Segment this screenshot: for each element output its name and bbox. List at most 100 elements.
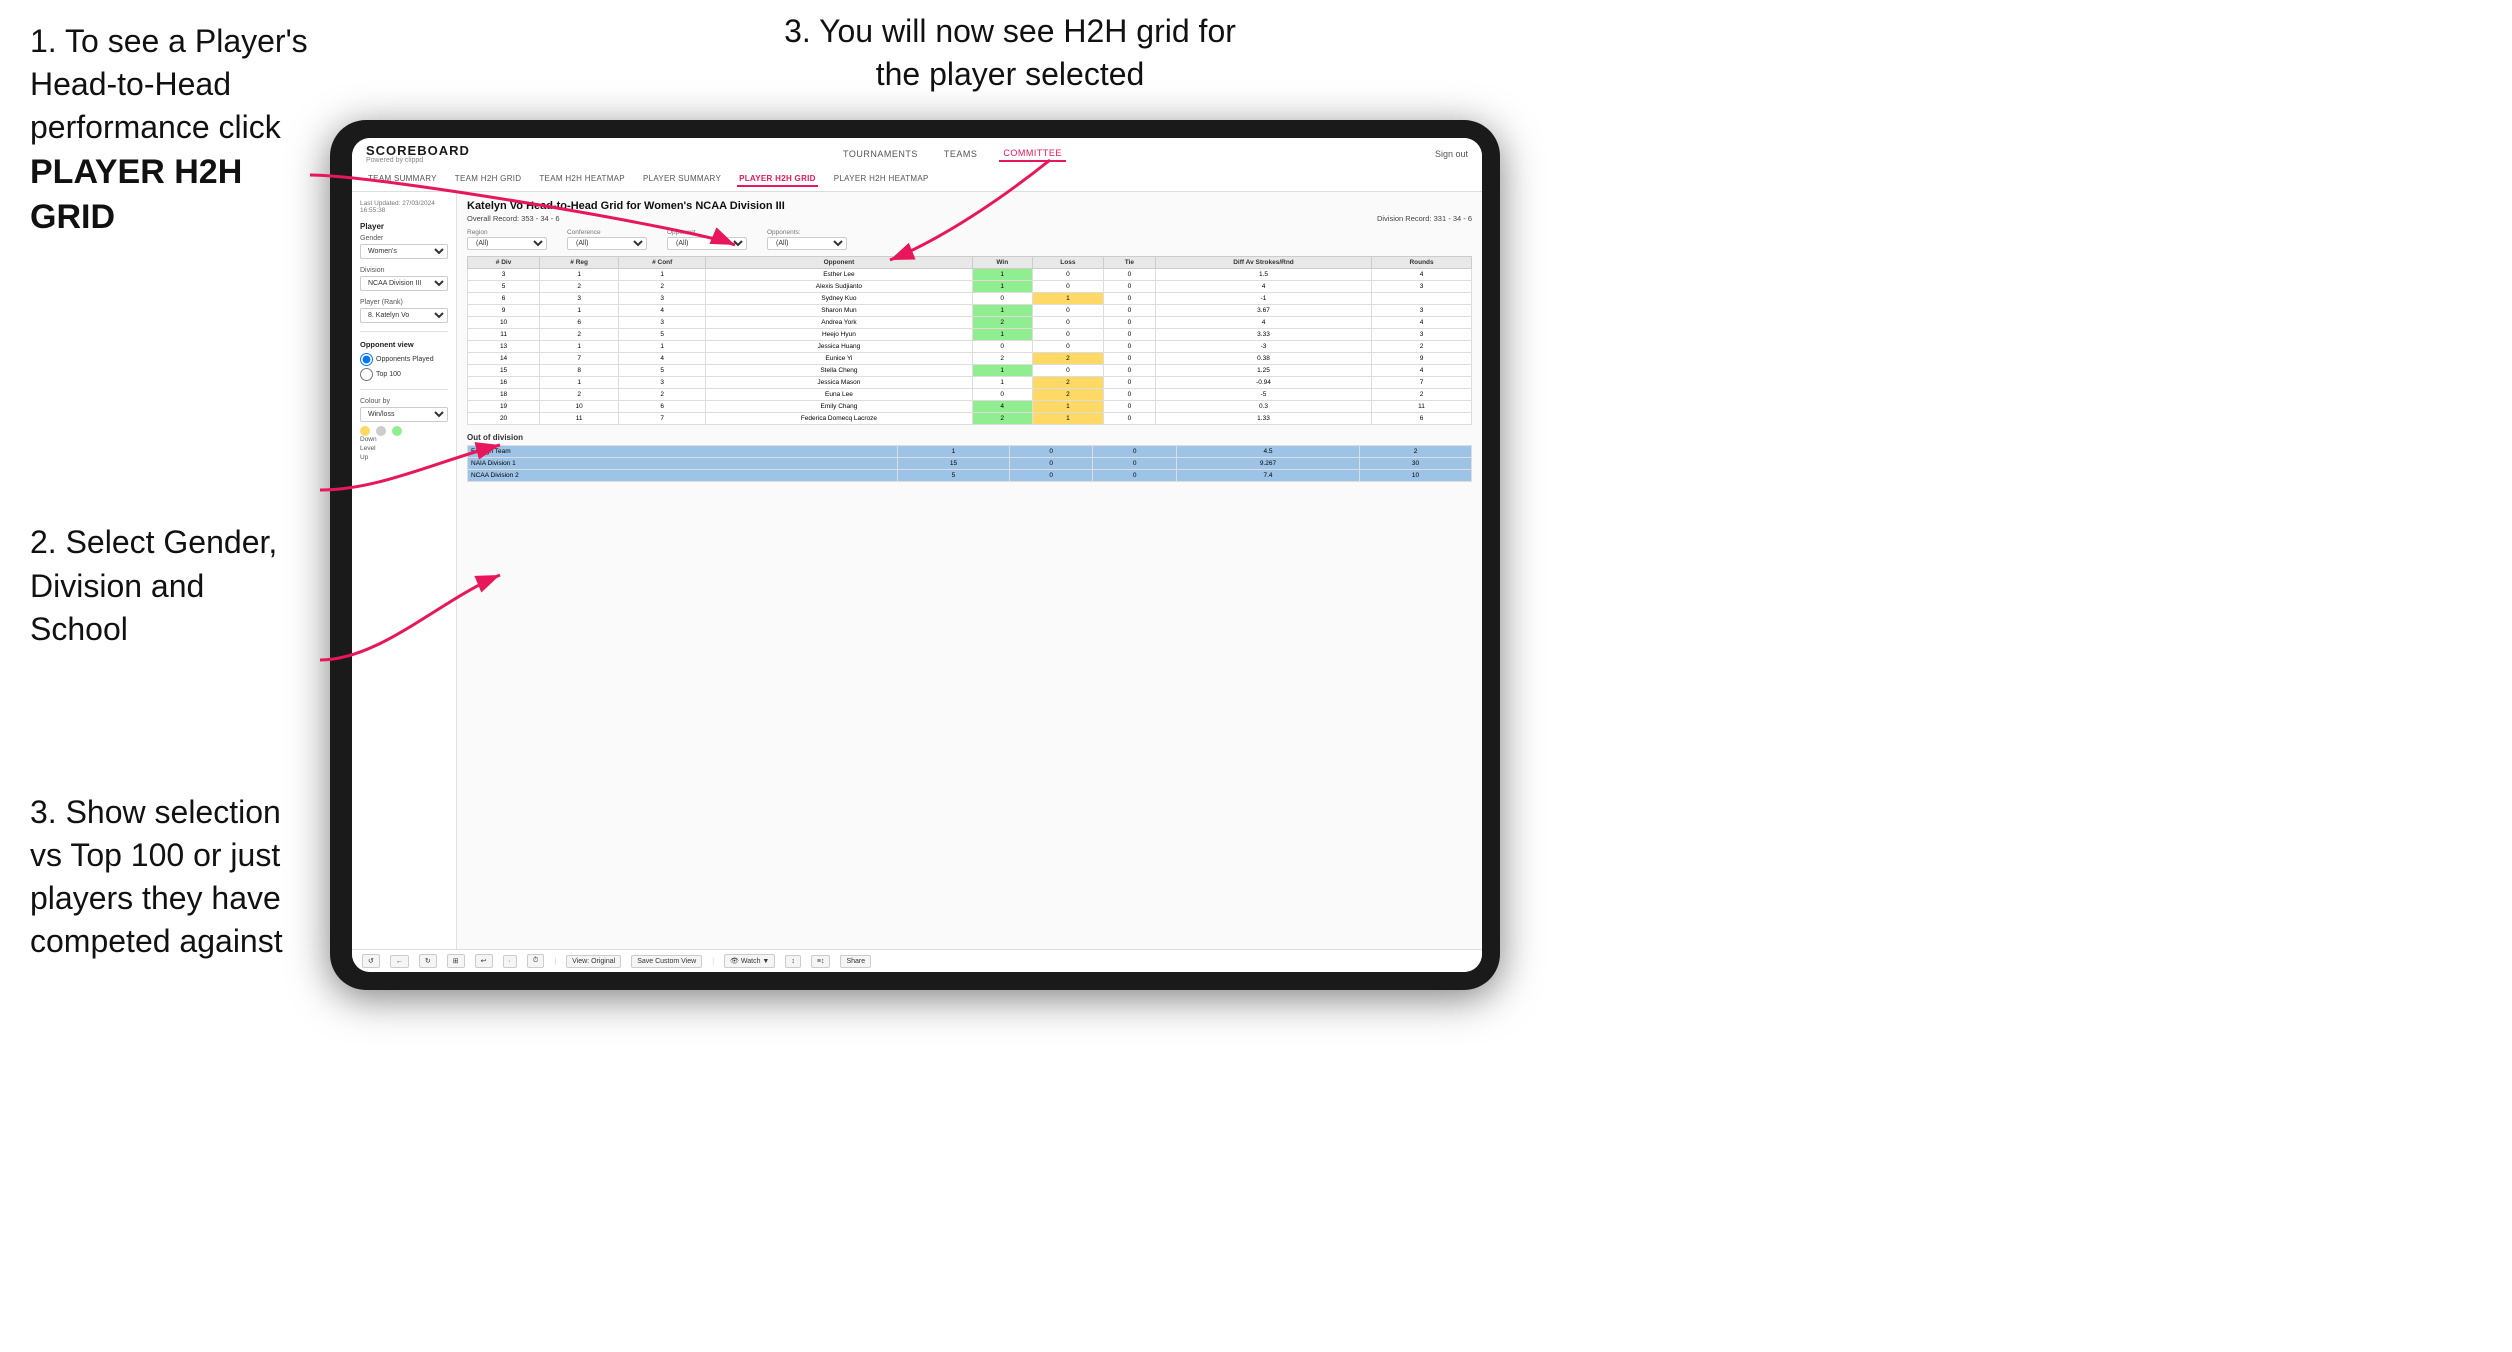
cell-tie: 0 <box>1103 305 1155 317</box>
cell-loss: 2 <box>1032 389 1103 401</box>
cell-name: Euna Lee <box>706 389 972 401</box>
cell-name: Jessica Huang <box>706 341 972 353</box>
cell-conf: 4 <box>619 353 706 365</box>
opponents-select[interactable]: (All) <box>767 237 847 250</box>
cell-name: Eunice Yi <box>706 353 972 365</box>
out-cell-diff: 4.5 <box>1176 446 1359 458</box>
out-cell-win: 1 <box>898 446 1010 458</box>
cell-reg: 2 <box>540 281 619 293</box>
cell-diff: -5 <box>1155 389 1371 401</box>
table-row: 6 3 3 Sydney Kuo 0 1 0 -1 <box>468 293 1472 305</box>
colour-section: Colour by Win/loss Down Lev <box>360 398 448 461</box>
cell-reg: 1 <box>540 341 619 353</box>
nav-top: SCOREBOARD Powered by clippd TOURNAMENTS… <box>366 144 1468 164</box>
cell-conf: 3 <box>619 377 706 389</box>
cell-win: 1 <box>972 365 1032 377</box>
tablet-frame: SCOREBOARD Powered by clippd TOURNAMENTS… <box>330 120 1500 990</box>
dot-down <box>360 426 370 436</box>
table-row: 10 6 3 Andrea York 2 0 0 4 4 <box>468 317 1472 329</box>
nav-bar: SCOREBOARD Powered by clippd TOURNAMENTS… <box>352 138 1482 192</box>
player-rank-select[interactable]: 8. Katelyn Vo <box>360 308 448 323</box>
toolbar-watch[interactable]: 👁 Watch ▼ <box>724 954 775 968</box>
toolbar-view-original[interactable]: View: Original <box>566 955 621 968</box>
cell-div: 5 <box>468 281 540 293</box>
cell-reg: 1 <box>540 305 619 317</box>
cell-div: 3 <box>468 269 540 281</box>
nav-player-summary[interactable]: PLAYER SUMMARY <box>641 172 723 187</box>
out-cell-tie: 0 <box>1093 446 1177 458</box>
filter-conference: Conference (All) <box>567 229 647 250</box>
nav-tournaments[interactable]: TOURNAMENTS <box>839 147 922 161</box>
cell-conf: 1 <box>619 269 706 281</box>
logo: SCOREBOARD Powered by clippd <box>366 144 470 164</box>
cell-diff: 1.33 <box>1155 413 1371 425</box>
out-cell-name: NAIA Division 1 <box>468 458 898 470</box>
filter-opponent: Opponent (All) <box>667 229 747 250</box>
cell-win: 2 <box>972 353 1032 365</box>
division-select[interactable]: NCAA Division III <box>360 276 448 291</box>
out-cell-diff: 7.4 <box>1176 470 1359 482</box>
toolbar-grid-btn[interactable]: ⊞ <box>447 954 465 968</box>
conference-select[interactable]: (All) <box>567 237 647 250</box>
cell-win: 2 <box>972 317 1032 329</box>
nav-committee[interactable]: COMMITTEE <box>999 146 1066 162</box>
col-reg: # Reg <box>540 257 619 269</box>
cell-loss: 0 <box>1032 269 1103 281</box>
toolbar-timer[interactable]: ⏱ <box>527 954 544 968</box>
nav-player-h2h-grid[interactable]: PLAYER H2H GRID <box>737 172 818 187</box>
nav-team-h2h-heatmap[interactable]: TEAM H2H HEATMAP <box>537 172 627 187</box>
toolbar-back[interactable]: ← <box>390 955 409 968</box>
toolbar-dot[interactable]: · <box>503 955 517 968</box>
main-content: Last Updated: 27/03/2024 16:55:38 Player… <box>352 192 1482 949</box>
cell-diff: 1.5 <box>1155 269 1371 281</box>
cell-rounds: 4 <box>1372 317 1472 329</box>
out-cell-diff: 9.267 <box>1176 458 1359 470</box>
cell-loss: 0 <box>1032 365 1103 377</box>
cell-tie: 0 <box>1103 365 1155 377</box>
toolbar-rows[interactable]: ≡↕ <box>811 955 831 968</box>
toolbar-save-custom[interactable]: Save Custom View <box>631 955 702 968</box>
cell-tie: 0 <box>1103 329 1155 341</box>
cell-div: 18 <box>468 389 540 401</box>
cell-diff: 4 <box>1155 281 1371 293</box>
region-select[interactable]: (All) <box>467 237 547 250</box>
cell-diff: 3.33 <box>1155 329 1371 341</box>
tablet-screen: SCOREBOARD Powered by clippd TOURNAMENTS… <box>352 138 1482 972</box>
cell-div: 15 <box>468 365 540 377</box>
opponent-select[interactable]: (All) <box>667 237 747 250</box>
cell-conf: 6 <box>619 401 706 413</box>
cell-reg: 6 <box>540 317 619 329</box>
cell-div: 10 <box>468 317 540 329</box>
toolbar-return[interactable]: ↩ <box>475 954 493 968</box>
sidebar-player-rank-field: Player (Rank) 8. Katelyn Vo <box>360 299 448 323</box>
cell-win: 1 <box>972 269 1032 281</box>
radio-opponents-played[interactable]: Opponents Played <box>360 353 448 366</box>
cell-div: 6 <box>468 293 540 305</box>
cell-loss: 0 <box>1032 329 1103 341</box>
nav-sign-out[interactable]: Sign out <box>1435 149 1468 159</box>
toolbar-undo[interactable]: ↺ <box>362 954 380 968</box>
cell-tie: 0 <box>1103 269 1155 281</box>
cell-conf: 1 <box>619 341 706 353</box>
nav-teams[interactable]: TEAMS <box>940 147 982 161</box>
cell-loss: 1 <box>1032 401 1103 413</box>
sidebar-timestamp: Last Updated: 27/03/2024 16:55:38 <box>360 200 448 214</box>
toolbar-redo[interactable]: ↻ <box>419 954 437 968</box>
toolbar-share[interactable]: Share <box>840 955 871 968</box>
cell-loss: 1 <box>1032 293 1103 305</box>
sidebar-division-field: Division NCAA Division III <box>360 267 448 291</box>
nav-player-h2h-heatmap[interactable]: PLAYER H2H HEATMAP <box>832 172 931 187</box>
nav-team-h2h-grid[interactable]: TEAM H2H GRID <box>453 172 524 187</box>
toolbar-updown[interactable]: ↕ <box>785 955 801 968</box>
cell-rounds: 11 <box>1372 401 1472 413</box>
gender-select[interactable]: Women's <box>360 244 448 259</box>
cell-div: 11 <box>468 329 540 341</box>
nav-team-summary[interactable]: TEAM SUMMARY <box>366 172 439 187</box>
colour-by-select[interactable]: Win/loss <box>360 407 448 422</box>
cell-tie: 0 <box>1103 401 1155 413</box>
table-row: 13 1 1 Jessica Huang 0 0 0 -3 2 <box>468 341 1472 353</box>
sidebar-divider <box>360 331 448 332</box>
table-row: 5 2 2 Alexis Sudjianto 1 0 0 4 3 <box>468 281 1472 293</box>
cell-tie: 0 <box>1103 317 1155 329</box>
radio-top100[interactable]: Top 100 <box>360 368 448 381</box>
